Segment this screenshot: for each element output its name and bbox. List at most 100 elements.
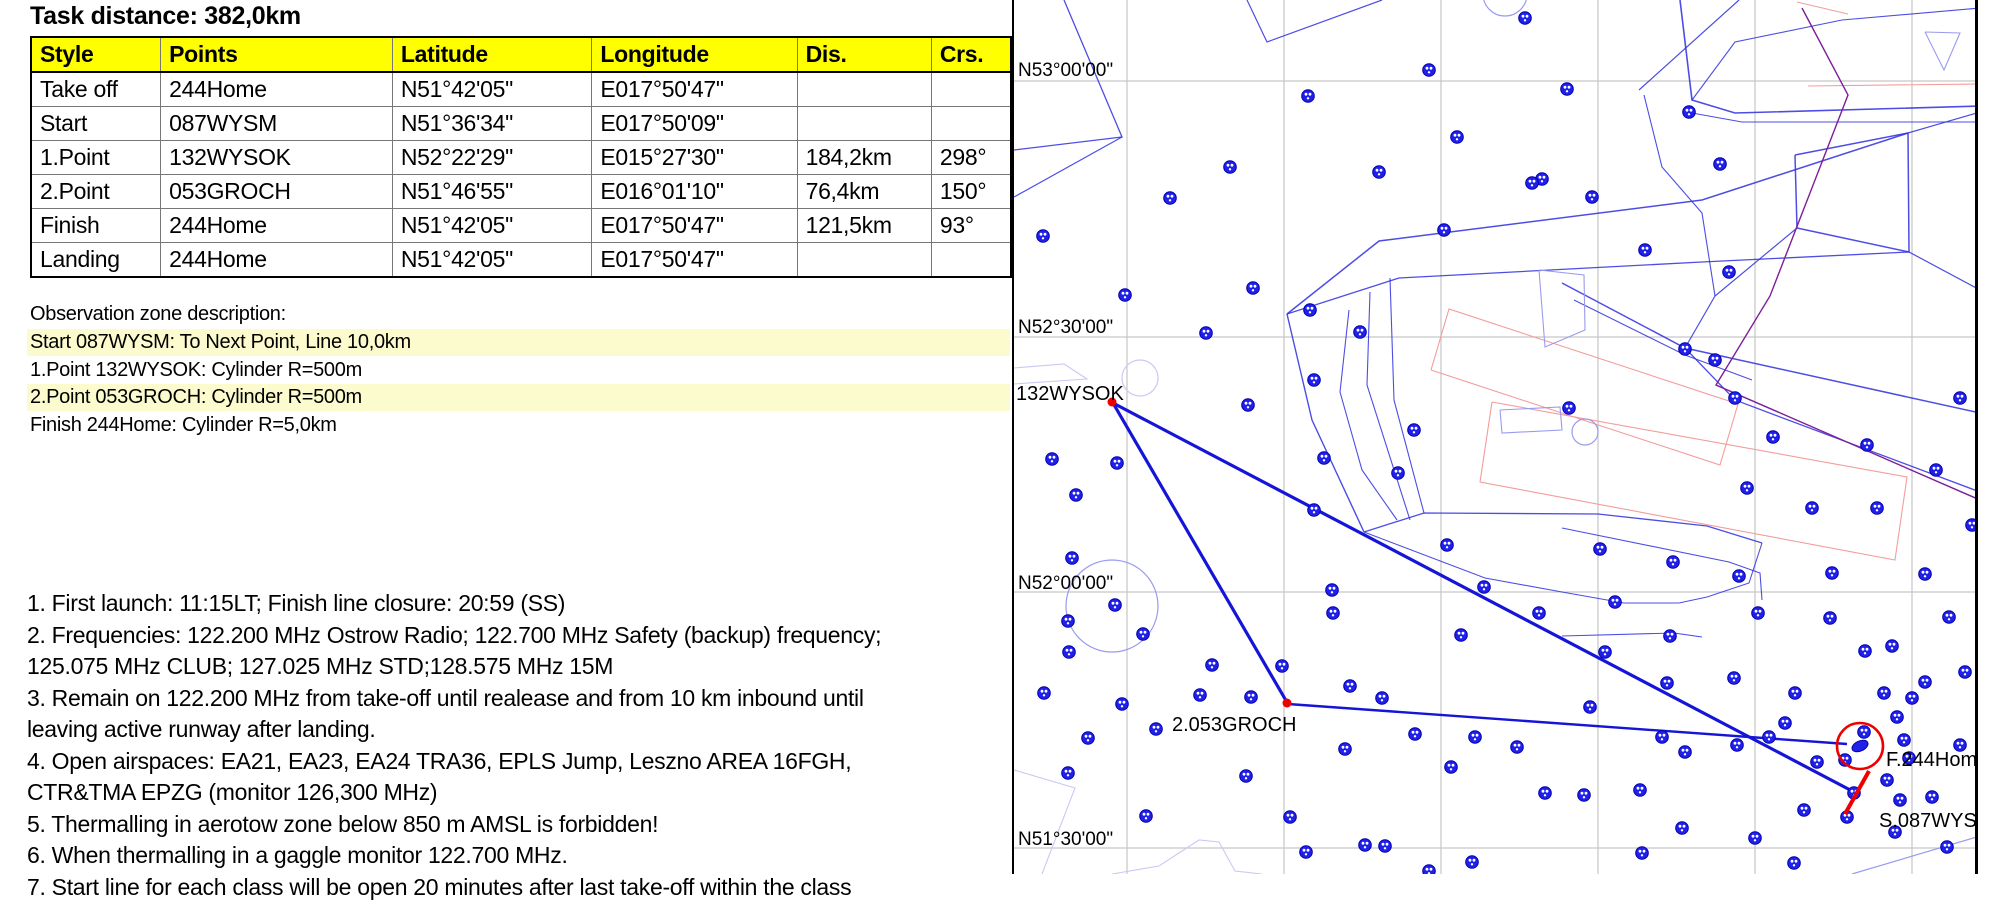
waypoint-dot[interactable] — [1116, 698, 1129, 711]
waypoint-dot[interactable] — [1519, 12, 1532, 25]
waypoint-dot[interactable] — [1469, 731, 1482, 744]
waypoint-dot[interactable] — [1858, 726, 1871, 739]
waypoint-dot[interactable] — [1533, 607, 1546, 620]
waypoint-dot[interactable] — [1478, 581, 1491, 594]
waypoint-dot[interactable] — [1511, 741, 1524, 754]
waypoint-dot[interactable] — [1709, 354, 1722, 367]
waypoint-dot[interactable] — [1878, 687, 1891, 700]
waypoint-dot[interactable] — [1723, 266, 1736, 279]
waypoint-dot[interactable] — [1526, 177, 1539, 190]
waypoint-dot[interactable] — [1200, 327, 1213, 340]
waypoint-dot[interactable] — [1789, 687, 1802, 700]
waypoint-dot[interactable] — [1339, 743, 1352, 756]
waypoint-dot[interactable] — [1826, 567, 1839, 580]
waypoint-dot[interactable] — [1741, 482, 1754, 495]
waypoint-dot[interactable] — [1898, 734, 1911, 747]
waypoint-dot[interactable] — [1733, 570, 1746, 583]
waypoint-dot[interactable] — [1240, 770, 1253, 783]
waypoint-dot[interactable] — [1941, 841, 1954, 854]
waypoint-dot[interactable] — [1354, 326, 1367, 339]
waypoint-dot[interactable] — [1886, 640, 1899, 653]
waypoint-dot[interactable] — [1861, 439, 1874, 452]
waypoint-dot[interactable] — [1326, 584, 1339, 597]
waypoint-dot[interactable] — [1926, 791, 1939, 804]
waypoint-dot[interactable] — [1082, 732, 1095, 745]
waypoint-dot[interactable] — [1063, 646, 1076, 659]
waypoint-dot[interactable] — [1959, 666, 1972, 679]
waypoint-dot[interactable] — [1408, 424, 1421, 437]
waypoint-dot[interactable] — [1111, 457, 1124, 470]
waypoint-dot[interactable] — [1584, 701, 1597, 714]
waypoint-dot[interactable] — [1919, 568, 1932, 581]
waypoint-dot[interactable] — [1664, 630, 1677, 643]
waypoint-dot[interactable] — [1609, 596, 1622, 609]
waypoint-dot[interactable] — [1466, 856, 1479, 869]
waypoint-dot[interactable] — [1788, 857, 1801, 870]
waypoint-dot[interactable] — [1586, 191, 1599, 204]
waypoint-dot[interactable] — [1038, 687, 1051, 700]
waypoint-dot[interactable] — [1919, 676, 1932, 689]
waypoint-dot[interactable] — [1224, 161, 1237, 174]
waypoint-dot[interactable] — [1455, 629, 1468, 642]
waypoint-dot[interactable] — [1656, 731, 1669, 744]
waypoint-dot[interactable] — [1284, 811, 1297, 824]
waypoint-dot[interactable] — [1062, 615, 1075, 628]
waypoint-dot[interactable] — [1767, 431, 1780, 444]
waypoint-dot[interactable] — [1594, 543, 1607, 556]
waypoint-dot[interactable] — [1636, 847, 1649, 860]
waypoint-dot[interactable] — [1811, 756, 1824, 769]
waypoint-dot[interactable] — [1070, 489, 1083, 502]
waypoint-dot[interactable] — [1728, 672, 1741, 685]
waypoint-dot[interactable] — [1308, 504, 1321, 517]
waypoint-dot[interactable] — [1194, 689, 1207, 702]
waypoint-dot[interactable] — [1539, 787, 1552, 800]
waypoint-dot[interactable] — [1409, 728, 1422, 741]
waypoint-dot[interactable] — [1451, 131, 1464, 144]
waypoint-dot[interactable] — [1639, 244, 1652, 257]
waypoint-dot[interactable] — [1966, 519, 1975, 532]
waypoint-dot[interactable] — [1752, 607, 1765, 620]
waypoint-dot[interactable] — [1859, 645, 1872, 658]
waypoint-dot[interactable] — [1276, 660, 1289, 673]
waypoint-dot[interactable] — [1062, 767, 1075, 780]
waypoint-dot[interactable] — [1798, 804, 1811, 817]
waypoint-dot[interactable] — [1318, 452, 1331, 465]
waypoint-dot[interactable] — [1679, 746, 1692, 759]
waypoint-dot[interactable] — [1109, 599, 1122, 612]
home-airfield-symbol[interactable] — [1850, 738, 1870, 754]
waypoint-dot[interactable] — [1302, 90, 1315, 103]
waypoint-dot[interactable] — [1164, 192, 1177, 205]
waypoint-dot[interactable] — [1676, 822, 1689, 835]
waypoint-dot[interactable] — [1423, 64, 1436, 77]
waypoint-dot[interactable] — [1683, 106, 1696, 119]
waypoint-dot[interactable] — [1308, 374, 1321, 387]
waypoint-dot[interactable] — [1242, 399, 1255, 412]
waypoint-dot[interactable] — [1714, 158, 1727, 171]
waypoint-dot[interactable] — [1930, 464, 1943, 477]
waypoint-dot[interactable] — [1245, 691, 1258, 704]
map-canvas[interactable]: N53°00'00"N52°30'00"N52°00'00"N51°30'00"… — [1014, 0, 1975, 874]
waypoint-dot[interactable] — [1247, 282, 1260, 295]
waypoint-dot[interactable] — [1679, 343, 1692, 356]
waypoint-dot[interactable] — [1561, 83, 1574, 96]
waypoint-dot[interactable] — [1392, 467, 1405, 480]
waypoint-dot[interactable] — [1438, 224, 1451, 237]
waypoint-dot[interactable] — [1881, 774, 1894, 787]
waypoint-dot[interactable] — [1379, 840, 1392, 853]
waypoint-dot[interactable] — [1906, 692, 1919, 705]
waypoint-dot[interactable] — [1373, 166, 1386, 179]
waypoint-dot[interactable] — [1304, 304, 1317, 317]
waypoint-dot[interactable] — [1423, 865, 1436, 874]
waypoint-dot[interactable] — [1119, 289, 1132, 302]
waypoint-dot[interactable] — [1137, 628, 1150, 641]
waypoint-dot[interactable] — [1327, 607, 1340, 620]
waypoint-dot[interactable] — [1634, 784, 1647, 797]
waypoint-dot[interactable] — [1344, 680, 1357, 693]
waypoint-dot[interactable] — [1046, 453, 1059, 466]
waypoint-dot[interactable] — [1599, 646, 1612, 659]
waypoint-dot[interactable] — [1140, 810, 1153, 823]
waypoint-dot[interactable] — [1806, 502, 1819, 515]
waypoint-dot[interactable] — [1066, 552, 1079, 565]
waypoint-dot[interactable] — [1445, 761, 1458, 774]
task-map[interactable]: N53°00'00"N52°30'00"N52°00'00"N51°30'00"… — [1012, 0, 1978, 874]
